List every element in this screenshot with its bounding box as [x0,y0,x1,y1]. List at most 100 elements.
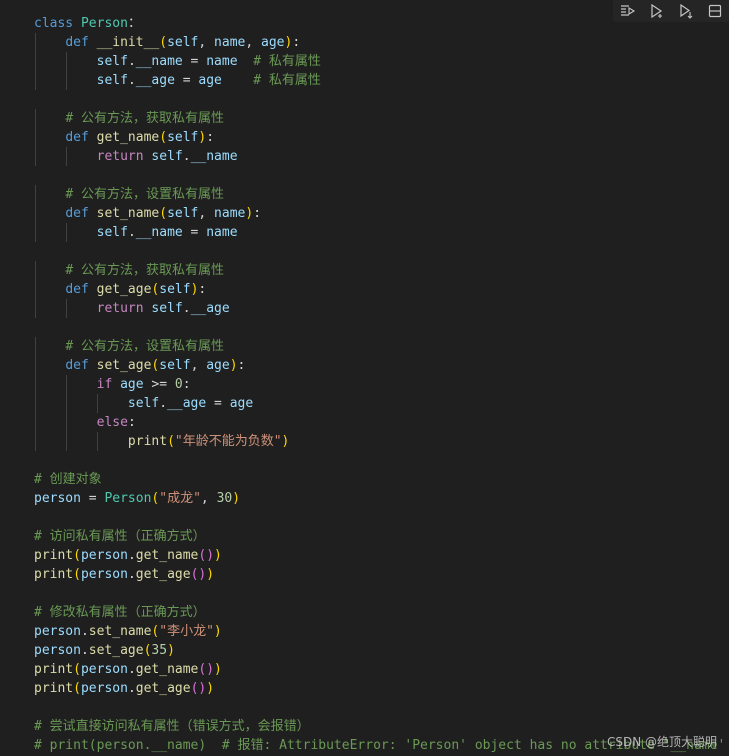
code-token: print [34,681,74,696]
code-token: def [65,35,97,50]
code-line[interactable] [34,698,729,717]
code-line[interactable] [34,166,729,185]
code-editor[interactable]: class Person： def __init__(self, name, a… [0,0,729,756]
code-line[interactable] [34,508,729,527]
code-line[interactable]: return self.__age [34,299,729,318]
code-token: set_age [88,643,144,658]
code-line[interactable]: if age >= 0: [34,375,729,394]
code-line[interactable]: person = Person("成龙", 30) [34,489,729,508]
code-token: class [34,16,81,31]
code-line[interactable]: # 公有方法，获取私有属性 [34,261,729,280]
split-cell-button[interactable] [704,0,726,22]
code-line[interactable]: def get_name(self): [34,128,729,147]
code-line[interactable]: print("年龄不能为负数") [34,432,729,451]
indent-guide [35,299,36,318]
code-token: self [159,282,191,297]
indent-guide [35,223,36,242]
indent-guide [66,394,68,413]
split-cell-icon [708,4,721,18]
code-token: self [127,396,160,411]
indent-guide [35,432,36,451]
code-token: self [151,149,183,164]
code-line[interactable]: # 创建对象 [34,470,729,489]
code-line[interactable]: # 公有方法，设置私有属性 [34,337,729,356]
code-token: name [206,225,238,240]
run-next-button[interactable] [646,0,668,22]
code-area[interactable]: class Person： def __init__(self, name, a… [34,14,729,755]
code-token: . [127,225,136,240]
code-line[interactable]: self.__name = name [34,223,729,242]
code-token: person [80,681,128,696]
code-token: 0 [174,377,183,392]
code-token: return [96,149,152,164]
code-token: set_name [88,624,152,639]
code-token: . [127,548,136,563]
code-line[interactable] [34,584,729,603]
code-token: : [206,130,215,145]
run-below-icon [679,3,692,19]
code-line[interactable]: person.set_age(35) [34,641,729,660]
indent-guide [35,147,36,166]
code-token: ) [214,662,222,677]
code-line[interactable]: print(person.get_age()) [34,679,729,698]
code-line[interactable]: def get_age(self): [34,280,729,299]
indent-guide [35,413,36,432]
code-line[interactable]: def __init__(self, name, age): [34,33,729,52]
code-line[interactable]: print(person.get_age()) [34,565,729,584]
code-token: get_age [135,567,191,582]
code-token: ( [73,567,81,582]
code-token: . [127,681,136,696]
code-line[interactable] [34,451,729,470]
code-line[interactable]: print(person.get_name()) [34,546,729,565]
code-line[interactable]: # 访问私有属性（正确方式） [34,527,729,546]
code-line[interactable]: def set_name(self, name): [34,204,729,223]
code-line[interactable] [34,90,729,109]
code-token: age [229,396,254,411]
code-token: person [34,624,81,639]
code-line[interactable]: # 公有方法，获取私有属性 [34,109,729,128]
indent-guide [66,223,68,242]
indent-guide [66,432,68,451]
code-token: : [292,35,301,50]
code-line[interactable]: print(person.get_name()) [34,660,729,679]
run-below-button[interactable] [675,0,697,22]
code-token: set_age [96,358,152,373]
code-line[interactable]: # 修改私有属性（正确方式） [34,603,729,622]
code-token: = [206,396,230,411]
cell-toolbar [613,0,729,22]
code-token: ( [159,35,168,50]
code-line[interactable]: self.__age = age [34,394,729,413]
indent-guide [35,109,36,128]
code-line[interactable] [34,242,729,261]
code-token: ) [229,358,238,373]
code-token: = [182,54,207,69]
code-token: self [96,225,128,240]
code-line[interactable]: def set_age(self, age): [34,356,729,375]
code-token: ： [127,16,141,31]
code-line[interactable]: # 公有方法，设置私有属性 [34,185,729,204]
indent-guide [35,337,36,356]
code-token: name [206,54,238,69]
run-by-line-button[interactable] [617,0,639,22]
code-line[interactable]: self.__age = age # 私有属性 [34,71,729,90]
code-token: # 公有方法，设置私有属性 [65,187,224,202]
code-line[interactable]: else: [34,413,729,432]
code-token: get_age [96,282,152,297]
code-token: name [214,35,246,50]
code-token: . [159,396,168,411]
indent-guide [66,299,68,318]
code-line[interactable]: return self.__name [34,147,729,166]
code-token: ) [281,434,290,449]
indent-guide [35,52,36,71]
code-line[interactable]: self.__name = name # 私有属性 [34,52,729,71]
code-token: ) [206,681,215,696]
code-token: "年龄不能为负数" [174,434,282,449]
code-token: 35 [151,643,168,658]
code-line[interactable]: person.set_name("李小龙") [34,622,729,641]
code-line[interactable] [34,318,729,337]
